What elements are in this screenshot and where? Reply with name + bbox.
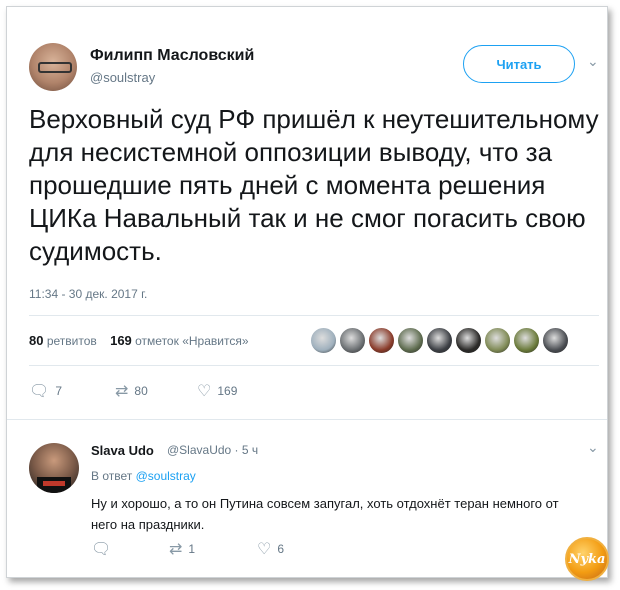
avatar-stripe	[43, 481, 65, 486]
reply-to-prefix: В ответ	[91, 469, 133, 483]
liker-avatar[interactable]	[397, 327, 424, 354]
liker-avatar[interactable]	[426, 327, 453, 354]
like-action[interactable]: ♡ 169	[197, 381, 237, 401]
tweet-card: Филипп Масловский @soulstray Читать ⌄ Ве…	[6, 6, 609, 581]
liker-avatar[interactable]	[513, 327, 540, 354]
heart-icon: ♡	[257, 541, 272, 558]
reply-like-action[interactable]: ♡ 6	[257, 539, 284, 559]
follow-button[interactable]: Читать	[463, 45, 575, 83]
reply-icon: 🗨︎	[91, 541, 112, 558]
reply-retweet-count: 1	[188, 542, 196, 556]
liker-avatar[interactable]	[368, 327, 395, 354]
avatar-glasses	[38, 62, 72, 73]
reply-retweet-action[interactable]: ⇄ 1	[169, 539, 195, 559]
reply-to-line: В ответ @soulstray	[91, 469, 196, 483]
reply-author-avatar[interactable]	[29, 443, 79, 493]
divider	[29, 315, 599, 316]
liker-avatar[interactable]	[310, 327, 337, 354]
retweet-icon: ⇄	[169, 541, 183, 558]
likes-count[interactable]: 169	[110, 333, 132, 348]
divider	[7, 419, 607, 420]
liker-avatar[interactable]	[542, 327, 569, 354]
reply-action[interactable]: 🗨︎ 7	[29, 381, 62, 401]
tweet-timestamp[interactable]: 11:34 - 30 дек. 2017 г.	[29, 287, 147, 301]
reply-icon: 🗨︎	[29, 383, 50, 400]
retweets-count[interactable]: 80	[29, 333, 43, 348]
reply-author-handle[interactable]: @SlavaUdo · 5 ч	[167, 443, 258, 457]
retweet-icon: ⇄	[115, 383, 129, 400]
liker-avatar[interactable]	[339, 327, 366, 354]
chevron-down-icon[interactable]: ⌄	[587, 439, 599, 456]
divider	[29, 365, 599, 366]
author-avatar[interactable]	[29, 43, 77, 91]
reply-reply-action[interactable]: 🗨︎	[91, 539, 111, 559]
reply-text: Ну и хорошо, а то он Путина совсем запуг…	[91, 496, 559, 532]
reply-author-name[interactable]: Slava Udo	[91, 443, 154, 458]
reply-count: 7	[55, 384, 62, 398]
liker-avatars	[310, 327, 569, 354]
chevron-down-icon[interactable]: ⌄	[587, 53, 599, 70]
like-count: 169	[217, 384, 238, 398]
reply-like-count: 6	[277, 542, 285, 556]
tweet-text: Верховный суд РФ пришёл к неутешительном…	[29, 104, 599, 266]
author-handle[interactable]: @soulstray	[90, 70, 155, 85]
tweet-stats: 80 ретвитов 169 отметок «Нравится»	[29, 333, 249, 348]
retweets-label[interactable]: ретвитов	[47, 334, 97, 348]
likes-label[interactable]: отметок «Нравится»	[135, 334, 248, 348]
liker-avatar[interactable]	[484, 327, 511, 354]
author-name[interactable]: Филипп Масловский	[90, 47, 254, 65]
heart-icon: ♡	[197, 383, 212, 400]
reply-to-handle-link[interactable]: @soulstray	[136, 469, 196, 483]
retweet-count: 80	[134, 384, 148, 398]
liker-avatar[interactable]	[455, 327, 482, 354]
watermark-logo: Nyka	[565, 537, 609, 581]
retweet-action[interactable]: ⇄ 80	[115, 381, 148, 401]
